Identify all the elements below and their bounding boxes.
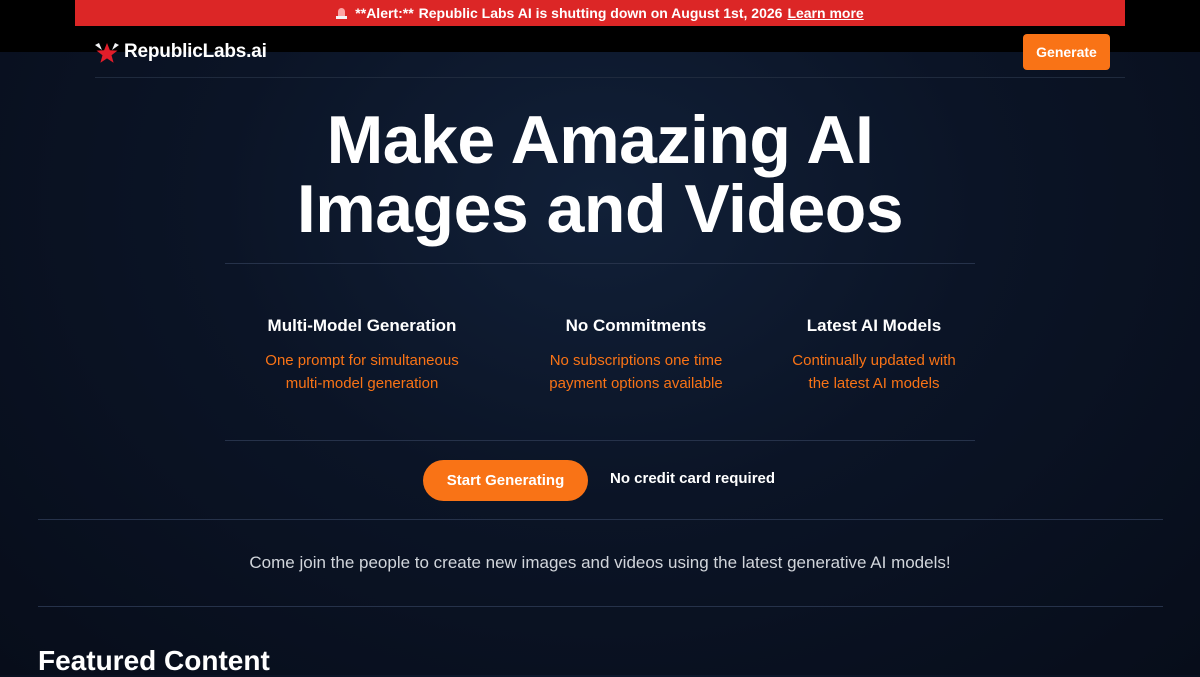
feature-title: Multi-Model Generation: [267, 316, 457, 335]
features-divider: [225, 440, 975, 441]
feature-description-line: One prompt for simultaneous: [265, 352, 459, 369]
feature-no-commitments: No Commitments No subscriptions one time…: [521, 316, 751, 395]
hero-title-line-1: Make Amazing AI: [326, 102, 874, 178]
nav-divider: [95, 77, 1125, 78]
join-divider: [38, 606, 1163, 607]
feature-title: No Commitments: [565, 316, 707, 335]
feature-description-line: the latest AI models: [808, 375, 940, 392]
start-generating-button[interactable]: Start Generating: [423, 460, 588, 501]
feature-description-line: payment options available: [549, 375, 723, 392]
learn-more-link[interactable]: Learn more: [787, 5, 863, 21]
alert-prefix: **Alert:**: [355, 5, 414, 21]
siren-icon: [336, 7, 348, 19]
feature-description-line: multi-model generation: [285, 375, 439, 392]
feature-description-line: Continually updated with: [792, 352, 956, 369]
hero-divider: [225, 263, 975, 264]
no-credit-card-note: No credit card required: [610, 470, 776, 487]
logo-star-icon: [95, 43, 119, 63]
feature-title: Latest AI Models: [806, 316, 942, 335]
join-text: Come join the people to create new image…: [249, 553, 951, 572]
logo[interactable]: RepublicLabs.ai: [94, 40, 267, 64]
hero-title: Make Amazing AI Images and Videos: [0, 106, 1200, 244]
feature-description-line: No subscriptions one time: [549, 352, 723, 369]
cta-divider: [38, 519, 1163, 520]
feature-latest-models: Latest AI Models Continually updated wit…: [759, 316, 989, 395]
generate-button[interactable]: Generate: [1023, 34, 1110, 70]
alert-message: Republic Labs AI is shutting down on Aug…: [418, 5, 783, 21]
brand-name: RepublicLabs.ai: [124, 41, 267, 62]
alert-banner: **Alert:** Republic Labs AI is shutting …: [75, 0, 1125, 26]
hero-title-line-2: Images and Videos: [296, 171, 904, 247]
feature-multi-model: Multi-Model Generation One prompt for si…: [247, 316, 477, 395]
featured-content-heading: Featured Content: [38, 645, 270, 676]
